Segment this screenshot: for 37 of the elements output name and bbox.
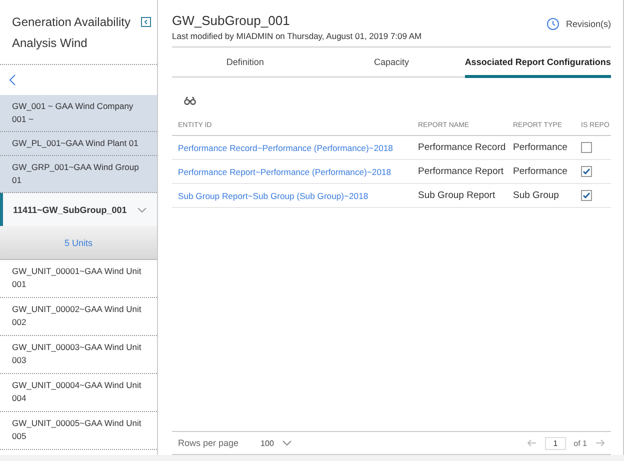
unit-item[interactable]: GW_UNIT_00003~GAA Wind Unit 003 (0, 336, 157, 374)
unit-item[interactable]: GW_UNIT_00004~GAA Wind Unit 004 (0, 374, 157, 412)
breadcrumb-item[interactable]: GW_PL_001~GAA Wind Plant 01 (0, 132, 157, 156)
table-cell-text: Performance Report (418, 166, 505, 177)
table-cell-text: Performance Record (418, 142, 507, 153)
current-item[interactable]: 11411~GW_SubGroup_001 (0, 193, 157, 226)
tab[interactable]: Definition (172, 48, 318, 78)
page-field[interactable]: 1 (545, 436, 566, 450)
entity-link[interactable]: Sub Group Report~Sub Group (Sub Group)~2018 (172, 190, 418, 200)
breadcrumb-item[interactable]: GW_GRP_001~GAA Wind Group 01 (0, 156, 157, 193)
unit-item[interactable]: GW_UNIT_00001~GAA Wind Unit 001 (0, 260, 157, 298)
tab[interactable]: Associated Report Configurations (464, 48, 611, 78)
chevron-icon (282, 440, 292, 446)
checkbox[interactable] (581, 142, 592, 153)
back-icon[interactable] (9, 74, 16, 86)
table-cell-text: Sub Group Report (418, 190, 496, 201)
last-modified-text: Last modified by MIADMIN on Thursday, August 01, 2019 7:09 AM (172, 31, 422, 41)
collapse-icon[interactable] (141, 17, 151, 27)
revisions-button[interactable]: Revision(s) (546, 17, 611, 31)
table-cell-text: Performance (513, 166, 568, 177)
entity-link[interactable]: Performance Record~Performance (Performance)~2018 (172, 142, 418, 152)
record-title: GW_SubGroup_001 (172, 13, 291, 28)
tab[interactable]: Capacity (318, 48, 465, 78)
binoculars-icon[interactable] (184, 96, 196, 105)
table-cell-text: Sub Group (513, 190, 560, 201)
rows-per-page-label: Rows per page (178, 438, 239, 448)
table-cell-text: Performance (513, 142, 568, 153)
clock-icon (546, 17, 560, 31)
entity-link[interactable]: Performance Report~Performance (Performance)~2018 (172, 166, 418, 176)
checkbox[interactable] (581, 166, 592, 177)
rows-per-page-dropdown[interactable]: 100 (260, 438, 292, 448)
unit-item[interactable]: GW_UNIT_00005~GAA Wind Unit 005 (0, 412, 157, 450)
unit-item[interactable]: GW_UNIT_00002~GAA Wind Unit 002 (0, 298, 157, 336)
breadcrumb-item[interactable]: GW_001 ~ GAA Wind Company 001 ~ (0, 95, 157, 132)
sidebar-title: Generation Availability Analysis Wind (12, 14, 132, 52)
checkbox[interactable] (581, 190, 592, 201)
page-count-text: of 1 (574, 438, 587, 448)
